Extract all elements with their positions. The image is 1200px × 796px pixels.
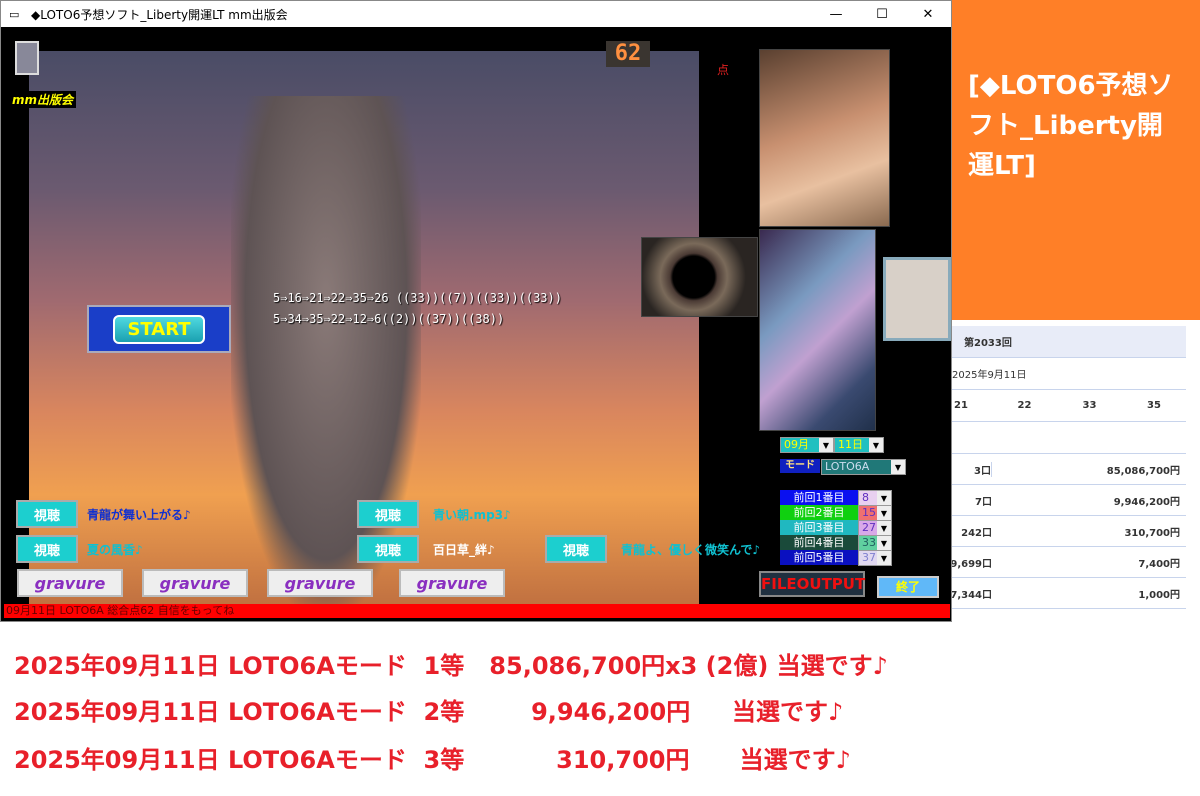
previous-label-4: 前回4番目 bbox=[780, 535, 858, 550]
previous-value-4: 33 bbox=[862, 536, 876, 549]
numbers-row: 21 22 33 35 bbox=[952, 390, 1186, 422]
prize-row: 242口 310,700円 bbox=[952, 516, 1186, 547]
minimize-button[interactable]: — bbox=[813, 1, 859, 27]
previous-label-2: 前回2番目 bbox=[780, 505, 858, 520]
prize-amount: 1,000円 bbox=[1138, 589, 1180, 601]
prize-row: 7,344口 1,000円 bbox=[952, 578, 1186, 609]
song-title-4: 百日草_絆♪ bbox=[433, 543, 495, 557]
previous-value-5: 37 bbox=[862, 551, 876, 564]
publisher-logo: mm出版会 bbox=[9, 91, 77, 108]
statue-thumbnail-icon[interactable] bbox=[15, 41, 39, 75]
prize-count: 7口 bbox=[975, 496, 992, 508]
results-table: 第2033回 2025年9月11日 21 22 33 35 3口 85,086,7… bbox=[952, 320, 1186, 620]
title-bar: ▭ ◆LOTO6予想ソフト_Liberty開運LT mm出版会 — ☐ ✕ bbox=[1, 1, 951, 27]
prize-count: 9,699口 bbox=[952, 558, 992, 570]
start-label: START bbox=[113, 314, 205, 344]
date-row: 2025年9月11日 bbox=[952, 358, 1186, 390]
previous-label-1: 前回1番目 bbox=[780, 490, 858, 505]
draw-date: 2025年9月11日 bbox=[952, 370, 1027, 381]
listen-button-4[interactable]: 視聴 bbox=[357, 535, 419, 563]
prize-amount: 9,946,200円 bbox=[1113, 496, 1180, 508]
gravure-button-1[interactable]: gravure bbox=[17, 569, 123, 597]
status-bar: 09月11日 LOTO6A 総合点62 自信をもってね bbox=[4, 604, 950, 618]
chevron-down-icon[interactable]: ▼ bbox=[877, 521, 891, 535]
month-value: 09月 bbox=[784, 438, 809, 451]
listen-button-1[interactable]: 視聴 bbox=[16, 500, 78, 528]
ring-image[interactable] bbox=[641, 237, 758, 317]
month-select[interactable]: 09月 ▼ bbox=[780, 437, 834, 453]
start-button[interactable]: START bbox=[87, 305, 231, 353]
chevron-down-icon[interactable]: ▼ bbox=[877, 506, 891, 520]
previous-label-3: 前回3番目 bbox=[780, 520, 858, 535]
prize-row: 9,699口 7,400円 bbox=[952, 547, 1186, 578]
prize-amount: 85,086,700円 bbox=[1106, 465, 1180, 477]
listen-button-5[interactable]: 視聴 bbox=[545, 535, 607, 563]
gravure-button-2[interactable]: gravure bbox=[142, 569, 248, 597]
mode-select[interactable]: LOTO6A ▼ bbox=[821, 459, 906, 475]
previous-select-5[interactable]: 37 ▼ bbox=[858, 550, 892, 566]
chevron-down-icon[interactable]: ▼ bbox=[891, 460, 905, 474]
previous-value-3: 27 bbox=[862, 521, 876, 534]
app-window: ▭ ◆LOTO6予想ソフト_Liberty開運LT mm出版会 — ☐ ✕ mm… bbox=[0, 0, 952, 622]
winning-number: 33 bbox=[1082, 400, 1097, 411]
badge-image[interactable] bbox=[883, 257, 951, 341]
gravure-button-4[interactable]: gravure bbox=[399, 569, 505, 597]
winning-number: 22 bbox=[1017, 400, 1032, 411]
chevron-down-icon[interactable]: ▼ bbox=[877, 536, 891, 550]
prize-row: 3口 85,086,700円 bbox=[952, 454, 1186, 485]
score-unit: 点 bbox=[717, 63, 730, 77]
app-icon: ▭ bbox=[9, 7, 20, 21]
machine-image[interactable] bbox=[759, 229, 876, 431]
exit-button[interactable]: 終了 bbox=[877, 576, 939, 598]
winning-line-3: 2025年09月11日 LOTO6Aモード 3等 310,700円 当選です♪ bbox=[14, 746, 851, 774]
listen-button-2[interactable]: 視聴 bbox=[16, 535, 78, 563]
score-display: 62 bbox=[606, 41, 650, 67]
round-number: 第2033回 bbox=[964, 338, 1012, 349]
chevron-down-icon[interactable]: ▼ bbox=[877, 551, 891, 565]
mode-label: モード bbox=[780, 459, 820, 473]
banner-panel: [◆LOTO6予想ソフト_Liberty開運LT] bbox=[952, 0, 1200, 320]
song-title-3: 青い朝.mp3♪ bbox=[433, 508, 511, 522]
chevron-down-icon[interactable]: ▼ bbox=[877, 491, 891, 505]
day-select[interactable]: 11日 ▼ bbox=[834, 437, 884, 453]
prize-count: 7,344口 bbox=[952, 589, 992, 601]
day-value: 11日 bbox=[838, 438, 863, 451]
winning-line-2: 2025年09月11日 LOTO6Aモード 2等 9,946,200円 当選です… bbox=[14, 698, 844, 726]
fileoutput-button[interactable]: FILEOUTPUT bbox=[759, 571, 865, 597]
maximize-button[interactable]: ☐ bbox=[859, 1, 905, 27]
previous-select-3[interactable]: 27 ▼ bbox=[858, 520, 892, 536]
gravure-button-3[interactable]: gravure bbox=[267, 569, 373, 597]
winning-line-1: 2025年09月11日 LOTO6Aモード 1等 85,086,700円x3 (… bbox=[14, 652, 888, 680]
prize-count: 3口 bbox=[952, 461, 992, 477]
prize-amount: 310,700円 bbox=[1124, 527, 1180, 539]
chevron-down-icon[interactable]: ▼ bbox=[869, 438, 883, 452]
close-button[interactable]: ✕ bbox=[905, 1, 951, 27]
blank-row bbox=[952, 422, 1186, 454]
banner-text: [◆LOTO6予想ソフト_Liberty開運LT] bbox=[968, 71, 1174, 181]
song-title-2: 夏の風香♪ bbox=[87, 543, 143, 557]
portrait-photo[interactable] bbox=[759, 49, 890, 227]
prize-amount: 7,400円 bbox=[1138, 558, 1180, 570]
previous-select-2[interactable]: 15 ▼ bbox=[858, 505, 892, 521]
previous-value-2: 15 bbox=[862, 506, 876, 519]
song-title-5: 青龍よ、優しく微笑んで♪ bbox=[621, 543, 761, 557]
round-row: 第2033回 bbox=[952, 326, 1186, 358]
previous-label-5: 前回5番目 bbox=[780, 550, 858, 565]
listen-button-3[interactable]: 視聴 bbox=[357, 500, 419, 528]
winning-number: 35 bbox=[1147, 400, 1161, 411]
prize-count: 242口 bbox=[961, 527, 992, 539]
window-title: ◆LOTO6予想ソフト_Liberty開運LT mm出版会 bbox=[31, 7, 288, 22]
previous-value-1: 8 bbox=[862, 491, 869, 504]
mode-value: LOTO6A bbox=[825, 460, 870, 473]
prediction-line-2: 5⇒34⇒35⇒22⇒12⇒6((2))((37))((38)) bbox=[273, 312, 505, 326]
song-title-1: 青龍が舞い上がる♪ bbox=[87, 508, 191, 522]
prize-row: 7口 9,946,200円 bbox=[952, 485, 1186, 516]
previous-select-1[interactable]: 8 ▼ bbox=[858, 490, 892, 506]
statue-image bbox=[231, 96, 421, 606]
chevron-down-icon[interactable]: ▼ bbox=[819, 438, 833, 452]
previous-select-4[interactable]: 33 ▼ bbox=[858, 535, 892, 551]
winning-number: 21 bbox=[954, 400, 968, 411]
prediction-line-1: 5⇒16⇒21⇒22⇒35⇒26 ((33))((7))((33))((33)) bbox=[273, 291, 562, 305]
